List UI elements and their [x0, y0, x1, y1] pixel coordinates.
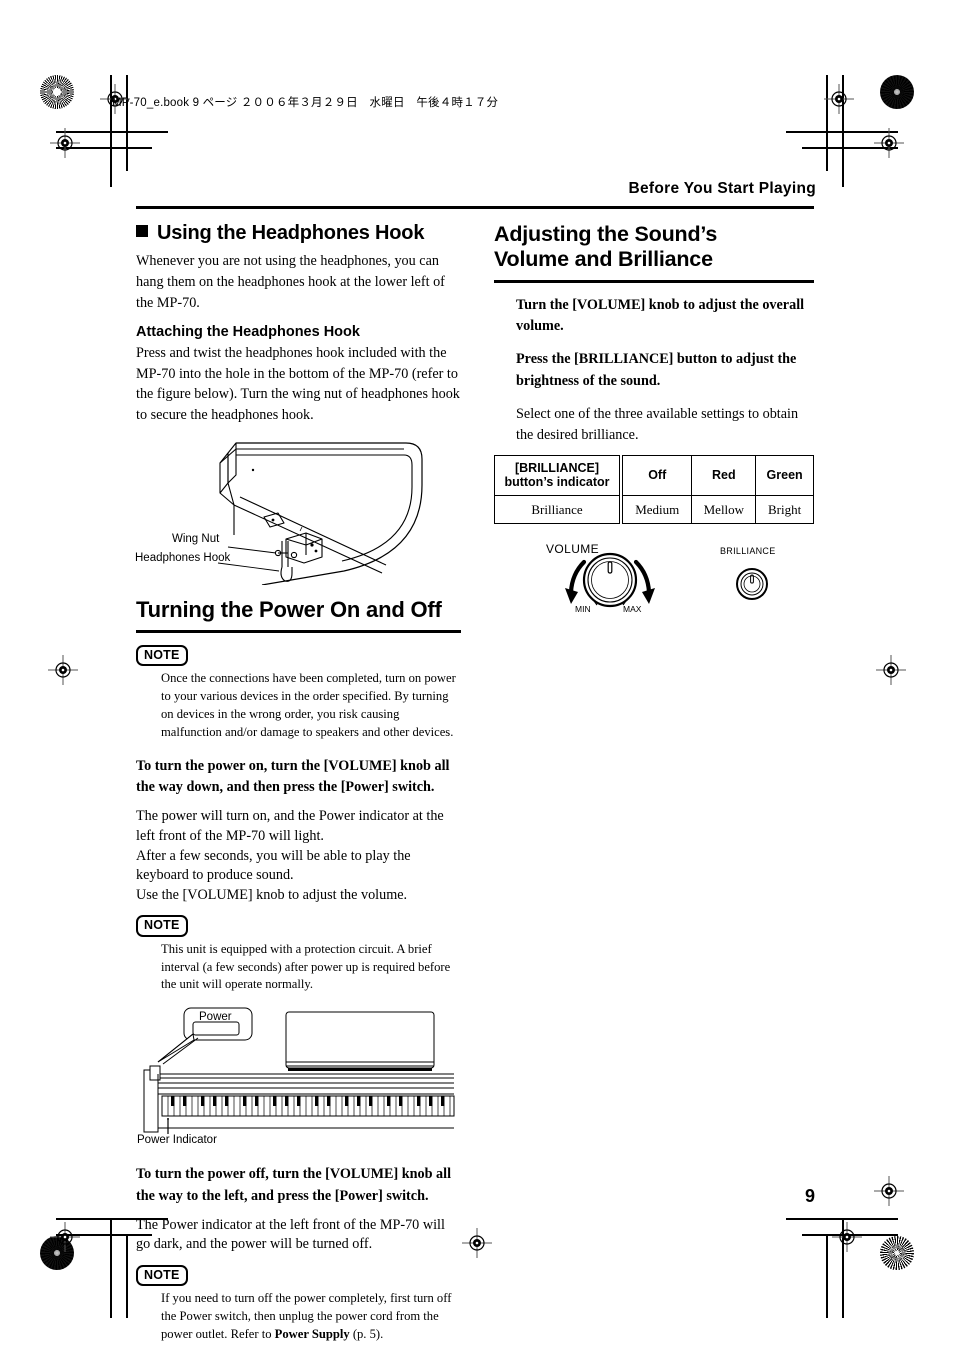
note-block-1: NOTE Once the connections have been comp… — [136, 645, 461, 742]
figure-label-min: MIN — [575, 604, 591, 615]
note-text-2: This unit is equipped with a protection … — [161, 941, 451, 992]
halftone-dot-bottom-right — [880, 1236, 914, 1270]
power-section-rule — [136, 630, 461, 634]
registration-target-top-left-lower — [50, 128, 80, 158]
section-heading-headphones-hook: Using the Headphones Hook — [136, 222, 461, 245]
subheading-attaching-hook: Attaching the Headphones Hook — [136, 323, 360, 340]
halftone-dot-top-right — [880, 75, 914, 109]
power-on-body-3: Use the [VOLUME] knob to adjust the volu… — [136, 886, 408, 903]
adjusting-sound-rule — [494, 279, 814, 283]
power-on-body-1: The power will turn on, and the Power in… — [136, 808, 444, 845]
table-header-off: Off — [620, 454, 693, 497]
manual-page: MP-70_e.book 9 ページ ２００６年３月２９日 水曜日 午後４時１７… — [0, 0, 954, 1351]
power-on-body-2: After a few seconds, you will be able to… — [136, 847, 411, 884]
section-heading-adjusting-sound: Adjusting the Sound’s Volume and Brillia… — [494, 222, 814, 273]
note-3-text-after: (p. 5). — [349, 1327, 384, 1342]
table-row: Brilliance Medium Mellow Bright — [494, 495, 814, 525]
header-rule — [136, 206, 814, 209]
note-badge: NOTE — [136, 915, 188, 937]
volume-lead-text: Turn the [VOLUME] knob to adjust the ove… — [516, 296, 805, 335]
registration-target-bottom-center — [462, 1228, 492, 1258]
table-header-indicator-line1: [BRILLIANCE] — [514, 460, 599, 475]
crop-mark-bottom-left-v2 — [126, 1234, 128, 1318]
table-cell-mellow: Mellow — [691, 495, 757, 525]
power-on-lead-text: To turn the power on, turn the [VOLUME] … — [136, 757, 450, 796]
note-block-2: NOTE This unit is equipped with a protec… — [136, 915, 461, 994]
note-text-3: If you need to turn off the power comple… — [161, 1290, 461, 1344]
figure-label-max: MAX — [623, 604, 642, 615]
registration-target-left-middle — [48, 655, 78, 685]
halftone-dot-top-left — [40, 75, 74, 109]
figure-label-wing-nut: Wing Nut — [172, 533, 220, 546]
left-column: Using the Headphones Hook Whenever you a… — [135, 222, 461, 1354]
heading-line-1: Adjusting the Sound’s — [494, 222, 718, 246]
registration-target-bottom-right-upper — [874, 1176, 904, 1206]
table-header-indicator-line2: button’s indicator — [504, 475, 610, 490]
figure-label-power-callout: Power — [199, 1011, 232, 1024]
crop-mark-bottom-left-v — [110, 1218, 112, 1318]
square-bullet-icon — [136, 225, 148, 237]
registration-target-bottom-right — [832, 1222, 862, 1252]
note-block-3: NOTE If you need to turn off the power c… — [136, 1265, 461, 1344]
crop-mark-bottom-right-v2 — [826, 1234, 828, 1318]
page-number: 9 — [804, 1186, 815, 1206]
table-cell-medium: Medium — [620, 495, 693, 525]
section-heading-power: Turning the Power On and Off — [136, 597, 442, 623]
registration-target-top-right-lower — [874, 128, 904, 158]
right-column: Adjusting the Sound’s Volume and Brillia… — [494, 222, 814, 635]
power-off-body: The Power indicator at the left front of… — [136, 1216, 445, 1253]
power-off-lead-text: To turn the power off, turn the [VOLUME]… — [136, 1166, 452, 1204]
headphones-hook-figure: Wing Nut Headphones Hook — [135, 435, 461, 586]
figure-label-volume: VOLUME — [546, 542, 600, 557]
note-badge: NOTE — [136, 645, 188, 667]
brilliance-lead-text: Press the [BRILLIANCE] button to adjust … — [516, 351, 797, 389]
running-head: Before You Start Playing — [628, 180, 816, 197]
table-cell-brilliance: Brilliance — [494, 495, 623, 525]
registration-target-bottom-left — [50, 1222, 80, 1252]
section-heading-label: Using the Headphones Hook — [157, 222, 425, 244]
note-3-bold-reference: Power Supply — [274, 1327, 350, 1342]
note-text-1: Once the connections have been completed… — [161, 671, 456, 739]
table-header-red: Red — [691, 454, 757, 497]
figure-label-brilliance: BRILLIANCE — [720, 546, 776, 557]
table-header-indicator: [BRILLIANCE] button’s indicator — [494, 454, 623, 497]
registration-target-right-middle — [876, 655, 906, 685]
table-header-green: Green — [755, 454, 814, 497]
figure-label-headphones-hook: Headphones Hook — [135, 552, 231, 565]
table-cell-bright: Bright — [755, 495, 814, 525]
heading-line-2: Volume and Brilliance — [494, 247, 713, 272]
volume-brilliance-figure: VOLUME MIN MAX BRILLIANCE — [540, 540, 814, 635]
note-badge: NOTE — [136, 1265, 188, 1287]
registration-target-top-right — [824, 84, 854, 114]
power-switch-figure: Power Power Indicator — [136, 1004, 461, 1147]
headphones-intro-text: Whenever you are not using the headphone… — [136, 253, 445, 311]
table-header-row: [BRILLIANCE] button’s indicator Off Red … — [494, 454, 814, 497]
attaching-hook-text: Press and twist the headphones hook incl… — [136, 344, 460, 424]
figure-label-power-indicator: Power Indicator — [137, 1134, 217, 1147]
book-print-line: MP-70_e.book 9 ページ ２００６年３月２９日 水曜日 午後４時１７… — [112, 97, 499, 109]
brilliance-table: [BRILLIANCE] button’s indicator Off Red … — [494, 454, 814, 525]
brilliance-body-text: Select one of the three available settin… — [516, 405, 799, 443]
